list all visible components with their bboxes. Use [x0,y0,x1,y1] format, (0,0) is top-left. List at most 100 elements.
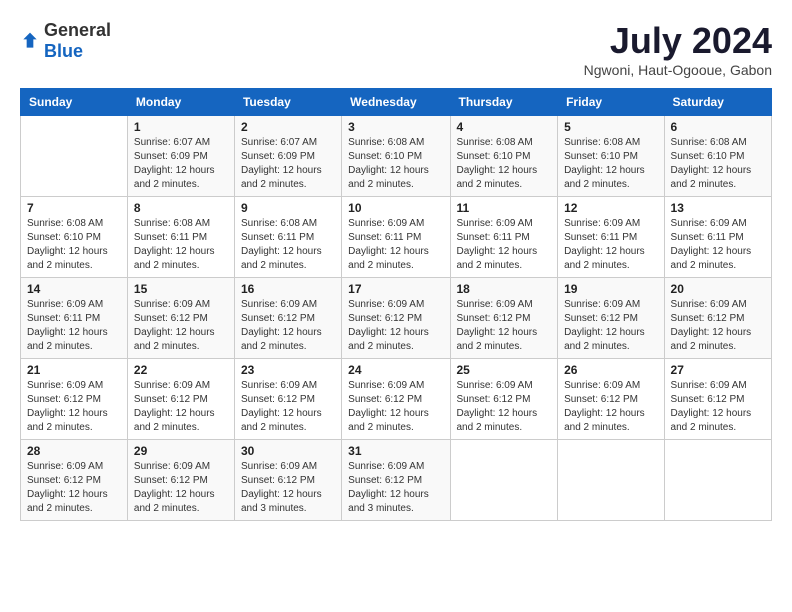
day-cell: 3 Sunrise: 6:08 AM Sunset: 6:10 PM Daylig… [342,116,450,197]
column-header-wednesday: Wednesday [342,89,450,116]
day-number: 3 [348,120,443,134]
day-cell: 17 Sunrise: 6:09 AM Sunset: 6:12 PM Dayli… [342,278,450,359]
week-row-5: 28 Sunrise: 6:09 AM Sunset: 6:12 PM Dayli… [21,440,772,521]
day-cell: 16Sunrise: 6:09 AM Sunset: 6:12 PM Dayli… [234,278,341,359]
day-number: 28 [27,444,121,458]
day-number: 25 [457,363,552,377]
day-cell: 2Sunrise: 6:07 AM Sunset: 6:09 PM Daylig… [234,116,341,197]
day-cell: 20 Sunrise: 6:09 AM Sunset: 6:12 PM Dayli… [664,278,771,359]
column-header-friday: Friday [558,89,664,116]
day-number: 6 [671,120,765,134]
title-area: July 2024 Ngwoni, Haut-Ogooue, Gabon [584,20,772,78]
day-info: Sunrise: 6:09 AM Sunset: 6:12 PM Dayligh… [348,461,429,514]
day-cell: 7 Sunrise: 6:08 AM Sunset: 6:10 PM Daylig… [21,197,128,278]
day-cell: 10 Sunrise: 6:09 AM Sunset: 6:11 PM Dayli… [342,197,450,278]
day-number: 14 [27,282,121,296]
day-number: 13 [671,201,765,215]
day-info: Sunrise: 6:09 AM Sunset: 6:12 PM Dayligh… [564,299,645,352]
day-info: Sunrise: 6:09 AM Sunset: 6:12 PM Dayligh… [27,461,108,514]
day-cell: 18Sunrise: 6:09 AM Sunset: 6:12 PM Dayli… [450,278,558,359]
day-cell: 5Sunrise: 6:08 AM Sunset: 6:10 PM Daylig… [558,116,664,197]
day-cell: 29 Sunrise: 6:09 AM Sunset: 6:12 PM Dayli… [127,440,234,521]
day-number: 27 [671,363,765,377]
day-number: 10 [348,201,443,215]
day-number: 12 [564,201,657,215]
week-row-2: 7 Sunrise: 6:08 AM Sunset: 6:10 PM Daylig… [21,197,772,278]
day-info: Sunrise: 6:09 AM Sunset: 6:12 PM Dayligh… [457,380,538,433]
day-number: 7 [27,201,121,215]
day-cell: 9 Sunrise: 6:08 AM Sunset: 6:11 PM Daylig… [234,197,341,278]
day-info: Sunrise: 6:08 AM Sunset: 6:10 PM Dayligh… [564,137,645,190]
day-cell: 24 Sunrise: 6:09 AM Sunset: 6:12 PM Dayli… [342,359,450,440]
day-cell: 4 Sunrise: 6:08 AM Sunset: 6:10 PM Daylig… [450,116,558,197]
day-number: 23 [241,363,335,377]
day-cell: 12Sunrise: 6:09 AM Sunset: 6:11 PM Dayli… [558,197,664,278]
day-info: Sunrise: 6:07 AM Sunset: 6:09 PM Dayligh… [134,137,215,190]
day-number: 15 [134,282,228,296]
day-number: 1 [134,120,228,134]
day-cell: 30 Sunrise: 6:09 AM Sunset: 6:12 PM Dayli… [234,440,341,521]
day-number: 29 [134,444,228,458]
day-cell [450,440,558,521]
day-number: 8 [134,201,228,215]
day-cell: 21 Sunrise: 6:09 AM Sunset: 6:12 PM Dayli… [21,359,128,440]
day-number: 11 [457,201,552,215]
day-number: 31 [348,444,443,458]
column-header-tuesday: Tuesday [234,89,341,116]
day-number: 4 [457,120,552,134]
location-subtitle: Ngwoni, Haut-Ogooue, Gabon [584,62,772,78]
week-row-1: 1 Sunrise: 6:07 AM Sunset: 6:09 PM Daylig… [21,116,772,197]
column-header-saturday: Saturday [664,89,771,116]
day-number: 22 [134,363,228,377]
header: General Blue July 2024 Ngwoni, Haut-Ogoo… [20,20,772,78]
day-number: 24 [348,363,443,377]
day-info: Sunrise: 6:08 AM Sunset: 6:10 PM Dayligh… [348,137,429,190]
day-cell: 23 Sunrise: 6:09 AM Sunset: 6:12 PM Dayli… [234,359,341,440]
day-info: Sunrise: 6:09 AM Sunset: 6:12 PM Dayligh… [348,299,429,352]
logo-blue-text: Blue [44,41,83,61]
week-row-4: 21 Sunrise: 6:09 AM Sunset: 6:12 PM Dayli… [21,359,772,440]
column-header-thursday: Thursday [450,89,558,116]
day-cell [558,440,664,521]
day-number: 17 [348,282,443,296]
day-cell: 11Sunrise: 6:09 AM Sunset: 6:11 PM Dayli… [450,197,558,278]
day-info: Sunrise: 6:07 AM Sunset: 6:09 PM Dayligh… [241,137,322,190]
week-row-3: 14 Sunrise: 6:09 AM Sunset: 6:11 PM Dayli… [21,278,772,359]
day-cell: 8 Sunrise: 6:08 AM Sunset: 6:11 PM Daylig… [127,197,234,278]
day-info: Sunrise: 6:09 AM Sunset: 6:12 PM Dayligh… [671,380,752,433]
day-info: Sunrise: 6:08 AM Sunset: 6:10 PM Dayligh… [671,137,752,190]
day-info: Sunrise: 6:09 AM Sunset: 6:12 PM Dayligh… [671,299,752,352]
day-number: 30 [241,444,335,458]
day-info: Sunrise: 6:09 AM Sunset: 6:12 PM Dayligh… [27,380,108,433]
day-info: Sunrise: 6:09 AM Sunset: 6:11 PM Dayligh… [348,218,429,271]
day-number: 21 [27,363,121,377]
logo-icon [20,31,40,51]
day-cell: 25 Sunrise: 6:09 AM Sunset: 6:12 PM Dayli… [450,359,558,440]
day-info: Sunrise: 6:09 AM Sunset: 6:12 PM Dayligh… [134,461,215,514]
day-info: Sunrise: 6:09 AM Sunset: 6:11 PM Dayligh… [27,299,108,352]
day-cell: 22Sunrise: 6:09 AM Sunset: 6:12 PM Dayli… [127,359,234,440]
day-info: Sunrise: 6:09 AM Sunset: 6:12 PM Dayligh… [348,380,429,433]
day-number: 19 [564,282,657,296]
day-info: Sunrise: 6:08 AM Sunset: 6:10 PM Dayligh… [457,137,538,190]
day-info: Sunrise: 6:09 AM Sunset: 6:12 PM Dayligh… [241,461,322,514]
day-number: 20 [671,282,765,296]
day-info: Sunrise: 6:08 AM Sunset: 6:10 PM Dayligh… [27,218,108,271]
day-cell: 28 Sunrise: 6:09 AM Sunset: 6:12 PM Dayli… [21,440,128,521]
day-cell: 13 Sunrise: 6:09 AM Sunset: 6:11 PM Dayli… [664,197,771,278]
logo-general-text: General [44,20,111,40]
day-info: Sunrise: 6:08 AM Sunset: 6:11 PM Dayligh… [241,218,322,271]
day-info: Sunrise: 6:08 AM Sunset: 6:11 PM Dayligh… [134,218,215,271]
day-cell: 27 Sunrise: 6:09 AM Sunset: 6:12 PM Dayli… [664,359,771,440]
day-number: 9 [241,201,335,215]
day-info: Sunrise: 6:09 AM Sunset: 6:12 PM Dayligh… [241,380,322,433]
day-info: Sunrise: 6:09 AM Sunset: 6:11 PM Dayligh… [671,218,752,271]
month-year-title: July 2024 [584,20,772,62]
day-cell: 19 Sunrise: 6:09 AM Sunset: 6:12 PM Dayli… [558,278,664,359]
day-cell: 1 Sunrise: 6:07 AM Sunset: 6:09 PM Daylig… [127,116,234,197]
day-cell: 15Sunrise: 6:09 AM Sunset: 6:12 PM Dayli… [127,278,234,359]
calendar-table: SundayMondayTuesdayWednesdayThursdayFrid… [20,88,772,521]
day-info: Sunrise: 6:09 AM Sunset: 6:12 PM Dayligh… [457,299,538,352]
day-cell: 26Sunrise: 6:09 AM Sunset: 6:12 PM Dayli… [558,359,664,440]
day-cell: 31 Sunrise: 6:09 AM Sunset: 6:12 PM Dayli… [342,440,450,521]
